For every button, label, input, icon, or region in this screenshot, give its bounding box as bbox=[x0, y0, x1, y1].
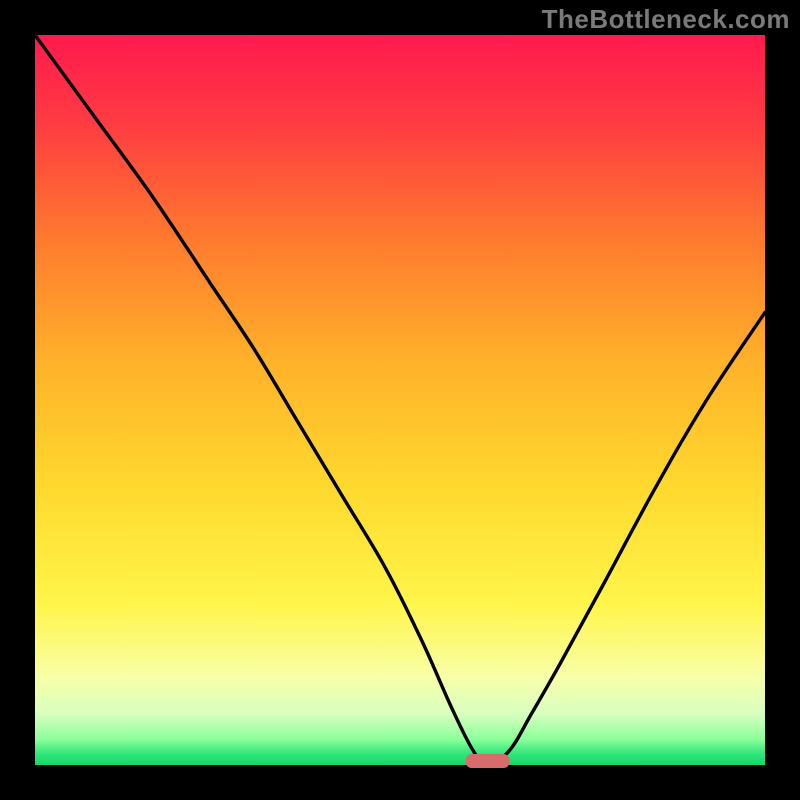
chart-canvas bbox=[0, 0, 800, 800]
plot-background bbox=[35, 35, 765, 765]
watermark-text: TheBottleneck.com bbox=[542, 4, 790, 35]
bottleneck-chart: TheBottleneck.com bbox=[0, 0, 800, 800]
optimal-marker bbox=[466, 754, 510, 768]
